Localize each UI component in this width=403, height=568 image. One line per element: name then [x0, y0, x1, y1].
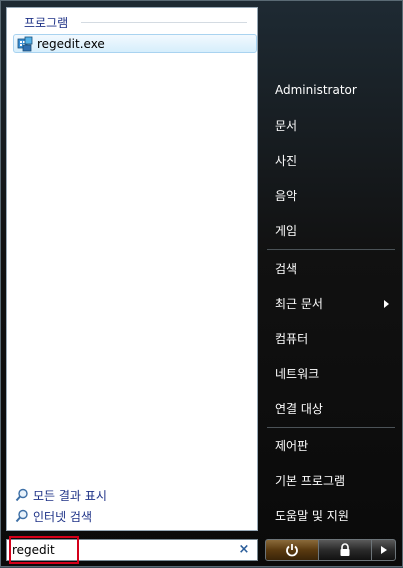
right-item-music[interactable]: 음악 — [267, 183, 397, 209]
clear-search-icon[interactable]: × — [237, 542, 251, 558]
submenu-arrow-icon — [384, 300, 389, 308]
right-item-network[interactable]: 네트워크 — [267, 361, 397, 387]
section-divider — [81, 22, 247, 23]
right-item-help-support[interactable]: 도움말 및 지원 — [267, 503, 397, 529]
search-icon — [15, 488, 28, 502]
search-internet-link[interactable]: 인터넷 검색 — [15, 507, 92, 525]
lock-icon — [340, 543, 350, 556]
right-item-default-programs[interactable]: 기본 프로그램 — [267, 468, 397, 494]
regedit-icon — [17, 36, 33, 51]
right-item-computer[interactable]: 컴퓨터 — [267, 326, 397, 352]
search-icon — [15, 509, 28, 523]
start-search-box[interactable]: × — [6, 536, 258, 564]
right-pane: Administrator 문서 사진 음악 게임 검색 최근 문서 컴퓨터 네… — [264, 1, 399, 568]
right-item-recent-items-label: 최근 문서 — [275, 297, 323, 311]
power-button[interactable] — [266, 540, 319, 560]
programs-section-header: 프로그램 — [24, 16, 69, 30]
right-item-connect-to[interactable]: 연결 대상 — [267, 396, 397, 422]
power-controls — [265, 539, 396, 561]
lock-button[interactable] — [319, 540, 372, 560]
right-item-games[interactable]: 게임 — [267, 218, 397, 244]
search-result-regedit[interactable]: regedit.exe — [13, 34, 257, 53]
see-all-results-link[interactable]: 모든 결과 표시 — [15, 486, 107, 504]
power-icon — [286, 544, 298, 557]
arrow-right-icon — [380, 546, 387, 554]
search-result-label: regedit.exe — [37, 36, 105, 51]
shutdown-options-button[interactable] — [372, 540, 395, 560]
right-item-pictures[interactable]: 사진 — [267, 148, 397, 174]
right-item-documents[interactable]: 문서 — [267, 113, 397, 139]
right-item-recent-items[interactable]: 최근 문서 — [267, 291, 397, 317]
search-results-pane: 프로그램 regedit.exe 모든 결과 표시 인터넷 검색 — [6, 7, 258, 531]
start-menu: 프로그램 regedit.exe 모든 결과 표시 인터넷 검색 regedit… — [0, 0, 403, 567]
right-divider — [267, 427, 395, 428]
search-internet-label: 인터넷 검색 — [33, 509, 93, 524]
search-input[interactable] — [10, 541, 234, 559]
right-item-control-panel[interactable]: 제어판 — [267, 433, 397, 459]
right-item-search[interactable]: 검색 — [267, 256, 397, 282]
see-all-results-label: 모든 결과 표시 — [33, 488, 107, 503]
user-folder-administrator[interactable]: Administrator — [267, 77, 397, 103]
right-divider — [267, 249, 395, 250]
